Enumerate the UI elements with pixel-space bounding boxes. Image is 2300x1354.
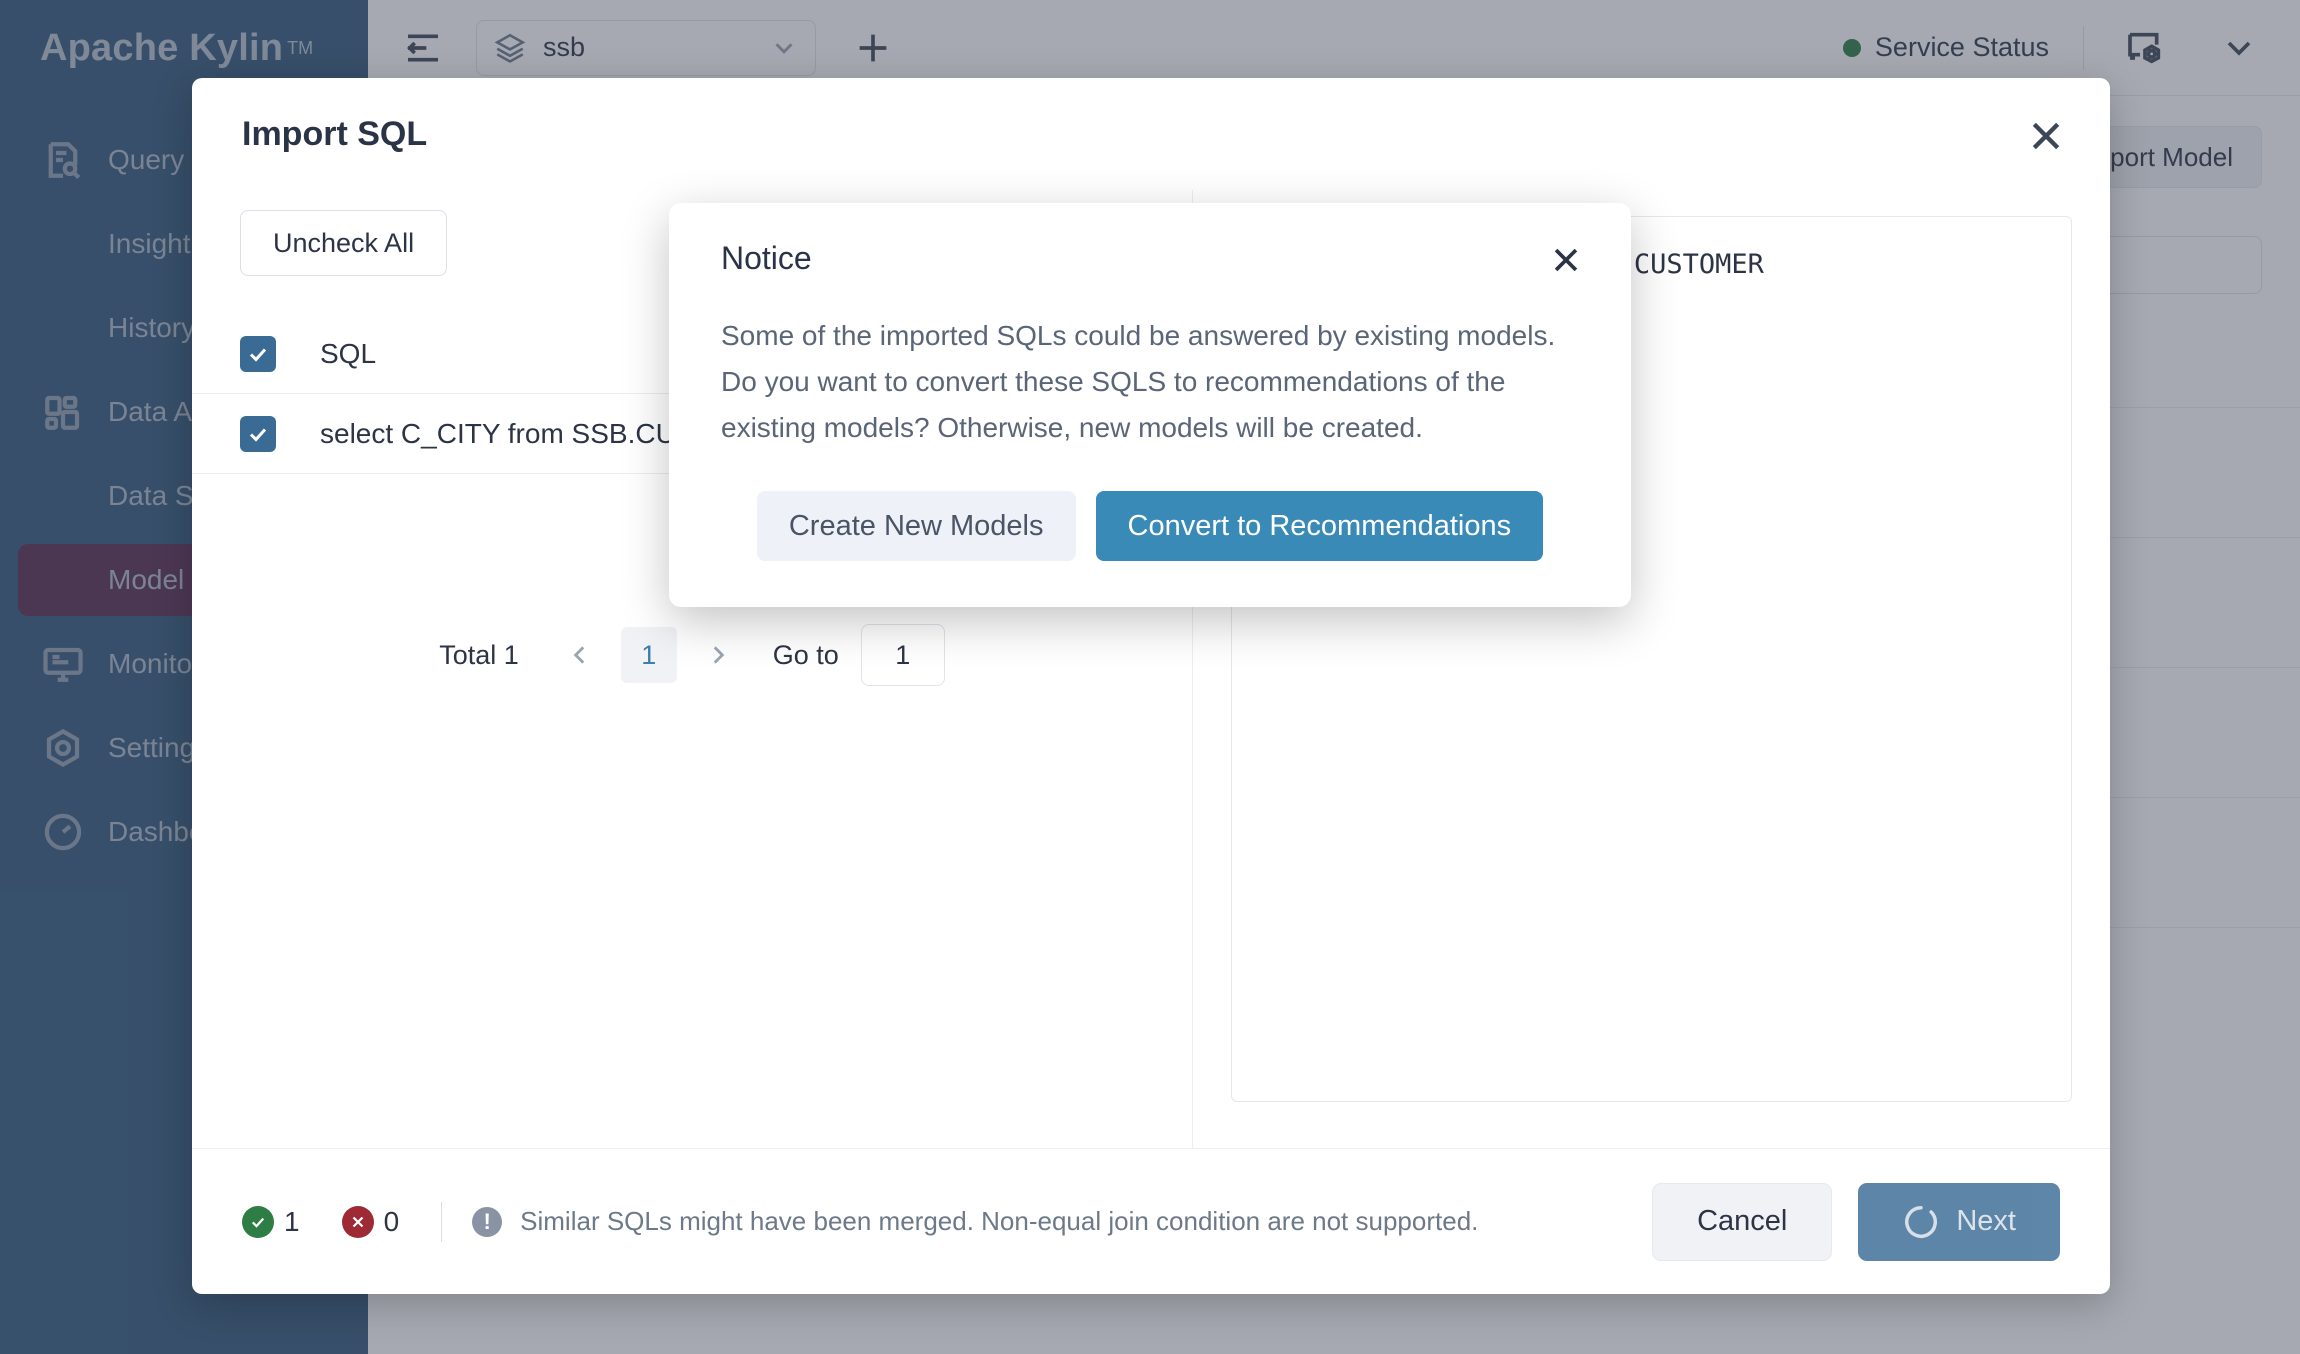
sql-item-checkbox[interactable] — [240, 416, 276, 452]
next-button[interactable]: Next — [1858, 1183, 2060, 1261]
pagination-total: Total 1 — [439, 640, 519, 671]
cancel-button[interactable]: Cancel — [1652, 1183, 1832, 1261]
check-circle-icon — [242, 1206, 274, 1238]
notice-body: Some of the imported SQLs could be answe… — [669, 313, 1631, 451]
chevron-right-icon[interactable] — [693, 630, 743, 680]
loading-spinner-icon — [1902, 1203, 1940, 1241]
sql-column-header: SQL — [320, 338, 376, 370]
footer-message: Similar SQLs might have been merged. Non… — [520, 1206, 1478, 1237]
chevron-left-icon[interactable] — [555, 630, 605, 680]
pagination-page-1[interactable]: 1 — [621, 627, 677, 683]
success-count: 1 — [284, 1206, 300, 1238]
error-count: 0 — [384, 1206, 400, 1238]
close-icon[interactable] — [2026, 116, 2066, 156]
notice-dialog: Notice Some of the imported SQLs could b… — [669, 203, 1631, 607]
create-new-models-button[interactable]: Create New Models — [757, 491, 1076, 561]
notice-body-line-1: Some of the imported SQLs could be answe… — [721, 313, 1579, 359]
footer-divider — [441, 1202, 442, 1242]
goto-page-input[interactable]: 1 — [861, 624, 945, 686]
notice-body-line-2: Do you want to convert these SQLS to rec… — [721, 359, 1579, 405]
select-all-checkbox[interactable] — [240, 336, 276, 372]
notice-actions: Create New Models Convert to Recommendat… — [669, 491, 1631, 561]
error-circle-icon — [342, 1206, 374, 1238]
next-button-label: Next — [1956, 1205, 2016, 1238]
modal-title: Import SQL — [242, 115, 427, 154]
success-stat: 1 — [242, 1206, 334, 1238]
convert-to-recommendations-button[interactable]: Convert to Recommendations — [1096, 491, 1544, 561]
info-icon: ! — [472, 1207, 502, 1237]
screen-root: Apache KylinTM Query Insight History — [0, 0, 2300, 1354]
pagination: Total 1 1 Go to 1 — [192, 624, 1192, 686]
close-icon[interactable] — [1549, 243, 1583, 277]
modal-footer: 1 0 ! Similar SQLs might have been merge… — [192, 1148, 2110, 1294]
notice-body-line-3: existing models? Otherwise, new models w… — [721, 405, 1579, 451]
notice-title: Notice — [721, 240, 812, 277]
modal-header: Import SQL — [192, 78, 2110, 190]
error-stat: 0 — [342, 1206, 434, 1238]
goto-label: Go to — [773, 640, 839, 671]
uncheck-all-button[interactable]: Uncheck All — [240, 210, 447, 276]
notice-header: Notice — [669, 203, 1631, 313]
